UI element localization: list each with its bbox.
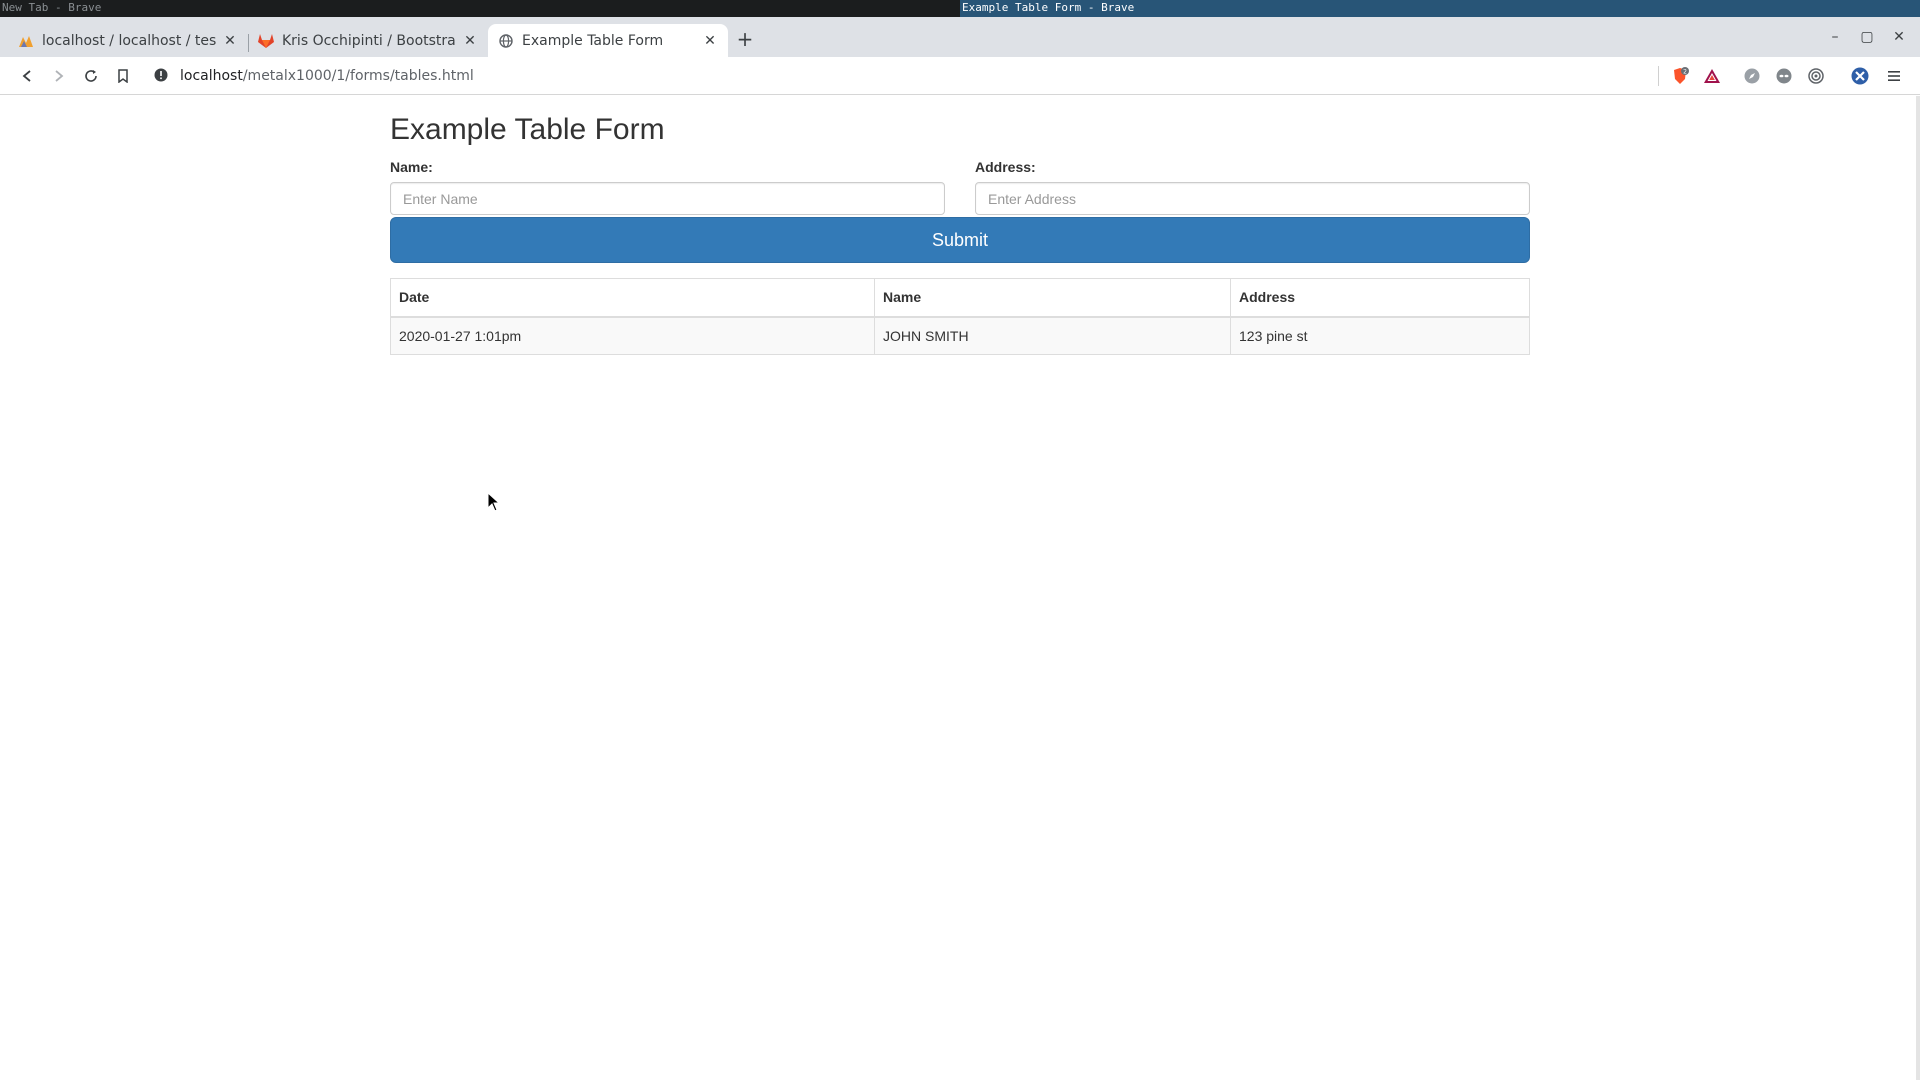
table-header-row: Date Name Address [390, 278, 1530, 318]
address-label: Address: [975, 159, 1036, 175]
inactive-window-title: New Tab - Brave [2, 1, 102, 14]
minimize-icon[interactable]: – [1825, 27, 1845, 47]
menu-icon[interactable] [1884, 66, 1904, 86]
table-row: 2020-01-27 1:01pm JOHN SMITH 123 pine st [390, 316, 1530, 355]
address-bar[interactable]: localhost/metalx1000/1/forms/tables.html [148, 62, 1658, 90]
site-info-icon[interactable] [154, 68, 170, 84]
tab-label: Kris Occhipinti / Bootstrap-F [282, 32, 456, 49]
new-tab-plus-icon[interactable]: + [734, 28, 756, 50]
reload-icon[interactable] [80, 65, 102, 87]
close-tab-icon[interactable]: ✕ [222, 33, 238, 49]
url-host: localhost [180, 68, 243, 84]
extension-x-icon[interactable] [1850, 66, 1870, 86]
column-header-date: Date [390, 278, 875, 318]
page-title: Example Table Form [390, 113, 665, 146]
column-header-name: Name [874, 278, 1231, 318]
name-label: Name: [390, 159, 433, 175]
name-input[interactable] [390, 182, 945, 215]
brave-rewards-icon[interactable] [1702, 66, 1722, 86]
extension-mask-icon[interactable] [1774, 66, 1794, 86]
browser-toolbar: localhost/metalx1000/1/forms/tables.html… [0, 57, 1920, 95]
extension-compass-icon[interactable] [1742, 66, 1762, 86]
page-viewport: Example Table Form Name: Address: Submit… [0, 96, 1920, 1080]
address-input[interactable] [975, 182, 1530, 215]
window-border [1916, 96, 1920, 1080]
tab-strip: localhost / localhost / test / ✕ Kris Oc… [0, 17, 1920, 57]
gitlab-icon [258, 33, 274, 49]
tab-gitlab[interactable]: Kris Occhipinti / Bootstrap-F ✕ [248, 24, 488, 57]
forward-icon[interactable] [48, 65, 70, 87]
close-tab-icon[interactable]: ✕ [462, 33, 478, 49]
submit-button[interactable]: Submit [390, 217, 1530, 263]
column-header-address: Address [1230, 278, 1530, 318]
cell-date: 2020-01-27 1:01pm [390, 316, 875, 355]
cell-address: 123 pine st [1230, 316, 1530, 355]
url-path: /metalx1000/1/forms/tables.html [242, 68, 474, 84]
tab-phpmyadmin[interactable]: localhost / localhost / test / ✕ [8, 24, 248, 57]
close-tab-icon[interactable]: ✕ [702, 33, 718, 49]
globe-icon [498, 33, 514, 49]
close-window-icon[interactable]: ✕ [1889, 27, 1909, 47]
tab-example-table-form[interactable]: Example Table Form ✕ [488, 24, 728, 57]
mouse-cursor-icon [487, 492, 501, 512]
phpmyadmin-icon [18, 33, 34, 49]
cell-name: JOHN SMITH [874, 316, 1231, 355]
tab-label: localhost / localhost / test / [42, 32, 216, 49]
toolbar-divider [1658, 66, 1659, 86]
entries-table: Date Name Address 2020-01-27 1:01pm JOHN… [390, 278, 1530, 355]
active-window-title: Example Table Form - Brave [960, 0, 1920, 17]
brave-shields-icon[interactable]: 2 [1670, 66, 1690, 86]
system-title-bar: New Tab - Brave Example Table Form - Bra… [0, 0, 1920, 17]
bookmark-icon[interactable] [112, 65, 134, 87]
shield-count-badge: 2 [1683, 69, 1687, 76]
extension-target-icon[interactable] [1806, 66, 1826, 86]
tab-label: Example Table Form [522, 32, 664, 49]
maximize-icon[interactable]: ▢ [1857, 27, 1877, 47]
back-icon[interactable] [16, 65, 38, 87]
